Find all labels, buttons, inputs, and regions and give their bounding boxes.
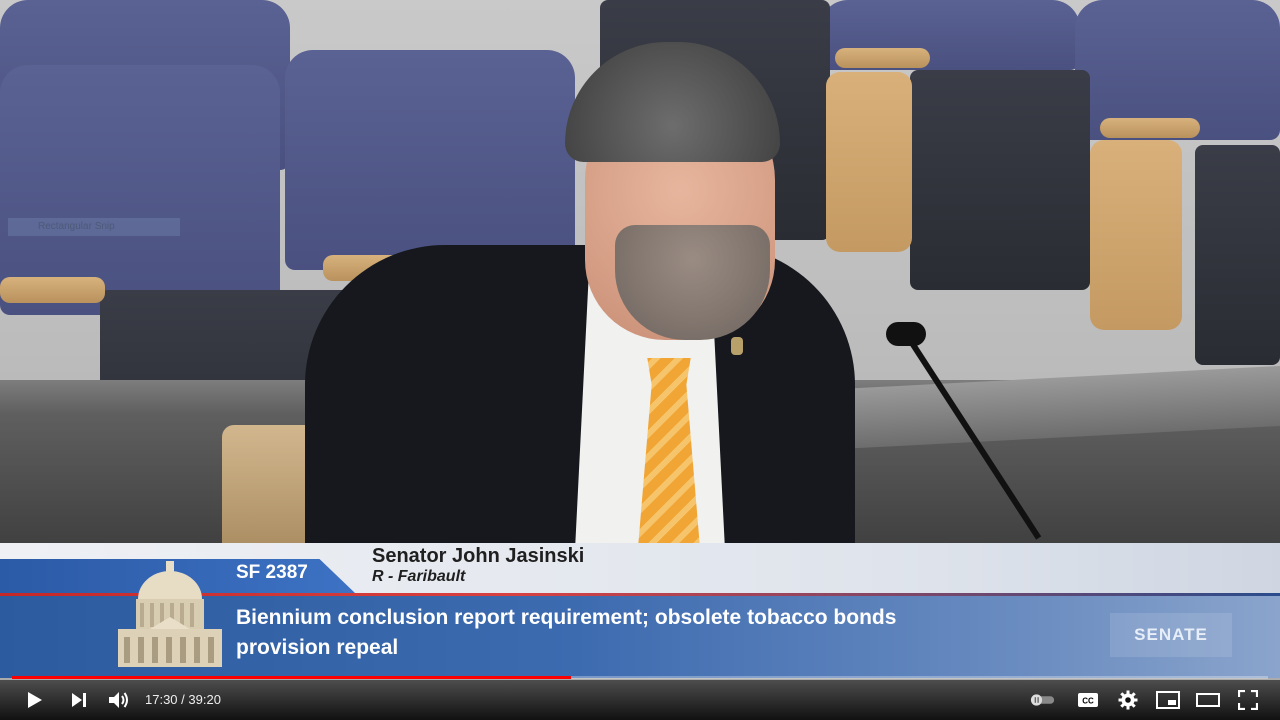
- play-icon: [28, 692, 42, 708]
- armrest: [835, 48, 930, 68]
- captions-icon: CC: [1078, 693, 1098, 707]
- bill-description: Biennium conclusion report requirement; …: [236, 606, 897, 659]
- gear-icon: [1118, 690, 1138, 710]
- captions-button[interactable]: CC: [1075, 688, 1101, 712]
- volume-button[interactable]: [106, 688, 132, 712]
- next-icon: [72, 693, 86, 707]
- senate-logo: SENATE: [1110, 613, 1232, 657]
- seat-cushion: [1195, 145, 1280, 365]
- duration: 39:20: [188, 692, 221, 707]
- next-button[interactable]: [66, 688, 92, 712]
- seat-writing-tablet: [1090, 140, 1182, 330]
- capitol-dome-icon: [118, 561, 222, 667]
- autoplay-toggle[interactable]: [1030, 688, 1056, 712]
- miniplayer-button[interactable]: [1155, 688, 1181, 712]
- autoplay-toggle-icon: [1030, 694, 1055, 706]
- video-player[interactable]: Rectangular Snip SF 2387 Senator John Ja…: [0, 0, 1280, 720]
- speaker-name: Senator John Jasinski: [372, 545, 585, 567]
- progress-played: [12, 676, 571, 679]
- speaker-party-district: R - Faribault: [372, 568, 466, 585]
- current-time: 17:30: [145, 692, 178, 707]
- armrest: [0, 277, 105, 303]
- time-display: 17:30 / 39:20: [145, 692, 221, 707]
- microphone-icon: [886, 322, 926, 346]
- auditorium-seat: [285, 50, 575, 270]
- fullscreen-icon: [1238, 690, 1258, 710]
- snip-overlay-label: Rectangular Snip: [8, 218, 180, 236]
- miniplayer-icon: [1156, 691, 1180, 709]
- player-controls: 17:30 / 39:20 CC: [0, 680, 1280, 720]
- seat-writing-tablet: [826, 72, 912, 252]
- fullscreen-button[interactable]: [1235, 688, 1261, 712]
- lapel-pin: [731, 337, 743, 355]
- svg-text:CC: CC: [1082, 697, 1094, 706]
- seat-cushion: [910, 70, 1090, 290]
- play-button[interactable]: [22, 688, 48, 712]
- armrest: [1100, 118, 1200, 138]
- theater-mode-icon: [1196, 693, 1220, 707]
- volume-icon: [109, 692, 128, 708]
- settings-button[interactable]: [1115, 688, 1141, 712]
- time-separator: /: [181, 692, 185, 707]
- progress-bar[interactable]: [12, 676, 1268, 679]
- theater-mode-button[interactable]: [1195, 688, 1221, 712]
- lower-third-graphic: SF 2387 Senator John Jasinski R - Fariba…: [0, 543, 1280, 678]
- bill-number: SF 2387: [236, 562, 308, 583]
